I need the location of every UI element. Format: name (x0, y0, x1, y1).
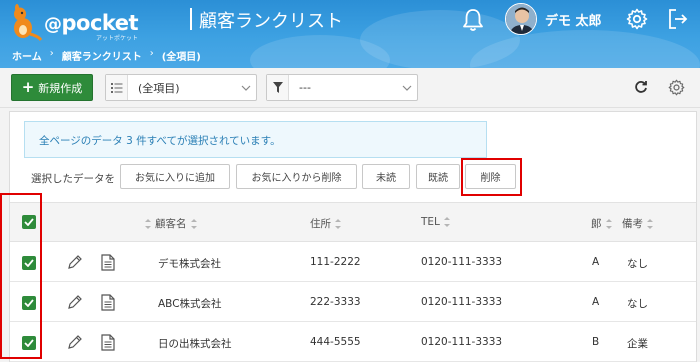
column-header-address[interactable]: 住所 (310, 216, 341, 231)
breadcrumb: ホーム › 顧客ランクリスト › (全項目) (12, 48, 201, 63)
list-panel: 全ページのデータ 3 件すべてが選択されています。 選択したデータを お気に入り… (9, 111, 697, 362)
user-name[interactable]: デモ 太郎 (545, 10, 602, 29)
column-header-name[interactable]: 顧客名 (145, 216, 197, 231)
table-row[interactable]: 日の出株式会社 444-5555 0120-111-3333 B 企業 (10, 323, 696, 362)
app-header: @pocket アットポケット 顧客ランクリスト デモ 太郎 ホーム › 顧客ラ… (0, 0, 700, 68)
add-favorite-button[interactable]: お気に入りに追加 (120, 164, 230, 189)
breadcrumb-separator: › (49, 48, 54, 59)
breadcrumb-home[interactable]: ホーム (12, 48, 42, 63)
document-icon[interactable] (101, 294, 115, 311)
checkbox-highlight-box (0, 193, 42, 359)
column-header-rank[interactable]: 郞 (591, 216, 612, 231)
customer-tel: 0120-111-3333 (421, 256, 503, 268)
column-header-note[interactable]: 備考 (622, 216, 653, 231)
plus-icon: + (21, 78, 35, 96)
customer-note: なし (627, 258, 648, 270)
breadcrumb-current: (全項目) (161, 52, 201, 63)
sort-icon (647, 218, 653, 229)
logo-subtitle: アットポケット (96, 35, 139, 42)
avatar[interactable] (505, 3, 537, 35)
document-icon[interactable] (101, 254, 115, 271)
customer-address: 111-2222 (310, 256, 361, 268)
customer-name[interactable]: ABC株式会社 (158, 296, 222, 311)
customer-tel: 0120-111-3333 (421, 336, 503, 348)
bell-icon[interactable] (462, 8, 484, 32)
breadcrumb-list[interactable]: 顧客ランクリスト (62, 48, 142, 63)
table-header: 顧客名 住所 TEL 郞 備考 (10, 202, 696, 242)
page-title: 顧客ランクリスト (199, 11, 343, 32)
table-row[interactable]: デモ株式会社 111-2222 0120-111-3333 A なし (10, 243, 696, 282)
sort-icon (335, 218, 341, 229)
mark-read-button[interactable]: 既読 (416, 164, 460, 189)
pencil-icon[interactable] (67, 254, 83, 270)
customer-tel: 0120-111-3333 (421, 296, 503, 308)
selection-notice: 全ページのデータ 3 件すべてが選択されています。 (24, 121, 487, 158)
customer-rank: A (592, 296, 600, 308)
bulk-actions-label: 選択したデータを (31, 173, 115, 185)
new-record-button[interactable]: + 新規作成 (11, 74, 93, 101)
breadcrumb-separator: › (149, 48, 154, 59)
customer-rank: A (592, 256, 600, 268)
kangaroo-logo-icon (14, 4, 42, 41)
refresh-icon[interactable] (634, 80, 648, 94)
document-icon[interactable] (101, 334, 115, 351)
logo-text: @pocket (44, 11, 139, 35)
customer-rank: B (592, 336, 600, 348)
user-photo-icon (506, 4, 536, 34)
gear-icon[interactable] (668, 79, 685, 96)
chevron-down-icon (236, 85, 256, 91)
chevron-down-icon (397, 85, 417, 91)
logout-icon[interactable] (667, 8, 689, 30)
customer-name[interactable]: 日の出株式会社 (158, 336, 232, 351)
filter-select[interactable]: --- (266, 74, 418, 101)
delete-highlight-box (461, 158, 522, 196)
new-record-label: 新規作成 (38, 81, 83, 95)
column-header-tel[interactable]: TEL (421, 216, 450, 228)
customer-name[interactable]: デモ株式会社 (158, 256, 221, 271)
toolbar: + 新規作成 (全項目) --- (0, 68, 700, 108)
gear-icon[interactable] (626, 8, 648, 30)
mark-unread-button[interactable]: 未読 (362, 164, 410, 189)
list-icon (106, 75, 128, 100)
sort-icon (145, 218, 151, 229)
filter-icon (267, 75, 289, 100)
sort-icon (605, 218, 612, 229)
customer-address: 444-5555 (310, 336, 361, 348)
table-row[interactable]: ABC株式会社 222-3333 0120-111-3333 A なし (10, 283, 696, 322)
remove-favorite-button[interactable]: お気に入りから削除 (236, 164, 357, 189)
customer-address: 222-3333 (310, 296, 361, 308)
customer-note: なし (627, 298, 648, 310)
customer-note: 企業 (627, 338, 648, 350)
view-select[interactable]: (全項目) (105, 74, 257, 101)
sort-icon (443, 217, 450, 227)
pencil-icon[interactable] (67, 294, 83, 310)
pencil-icon[interactable] (67, 334, 83, 350)
filter-select-value: --- (299, 81, 311, 94)
sort-icon (190, 218, 197, 229)
title-divider (190, 8, 192, 30)
view-select-value: (全項目) (138, 81, 180, 95)
